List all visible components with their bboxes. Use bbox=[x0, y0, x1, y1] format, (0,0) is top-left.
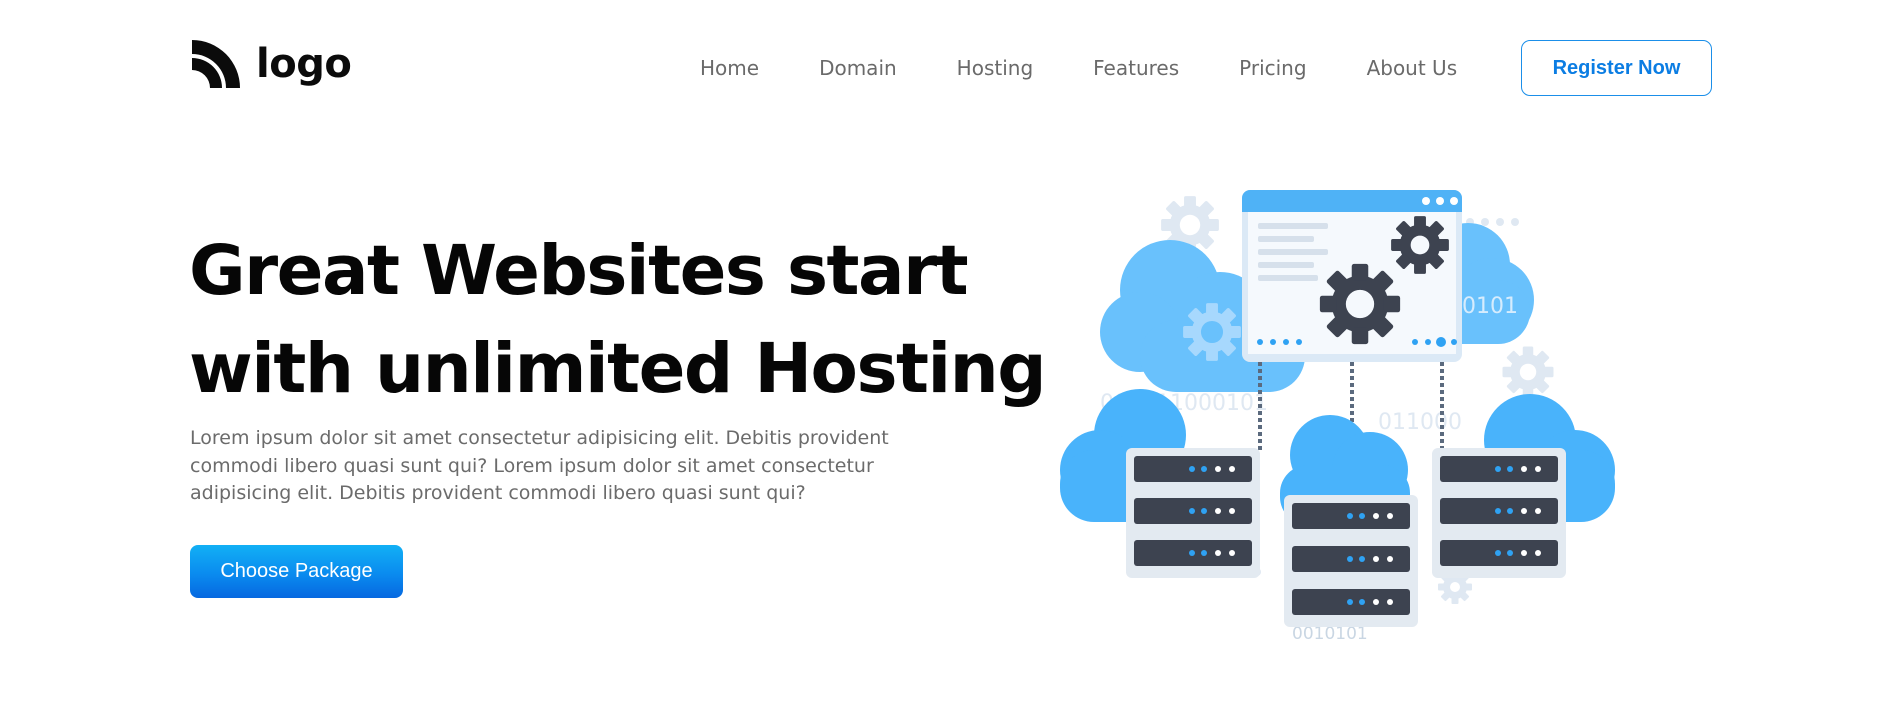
binary-text: 011000 bbox=[1378, 410, 1462, 435]
gear-icon bbox=[1319, 263, 1401, 345]
nav-about-us[interactable]: About Us bbox=[1367, 56, 1458, 80]
nav-domain[interactable]: Domain bbox=[819, 56, 897, 80]
hero-title-line-1: Great Websites start bbox=[189, 231, 969, 311]
register-now-button[interactable]: Register Now bbox=[1521, 40, 1712, 96]
gear-icon bbox=[1391, 216, 1449, 274]
gear-icon bbox=[1502, 346, 1554, 398]
logo-text: logo bbox=[256, 41, 352, 87]
binary-text: 0101 bbox=[1462, 294, 1518, 319]
logo[interactable]: logo bbox=[190, 38, 352, 90]
nav-features[interactable]: Features bbox=[1093, 56, 1179, 80]
nav-home[interactable]: Home bbox=[700, 56, 759, 80]
hero-title: Great Websites start with unlimited Host… bbox=[189, 222, 1047, 418]
hero-description: Lorem ipsum dolor sit amet consectetur a… bbox=[190, 427, 889, 504]
server-rack-icon bbox=[1126, 448, 1260, 578]
hero-title-line-2: with unlimited Hosting bbox=[189, 329, 1047, 409]
choose-package-button[interactable]: Choose Package bbox=[190, 545, 403, 598]
hosting-illustration: 0101 001011000101 011000 0010101 bbox=[1060, 190, 1615, 644]
gear-icon bbox=[1183, 303, 1241, 361]
wifi-signal-logo-icon bbox=[192, 40, 240, 88]
server-rack-icon bbox=[1284, 495, 1418, 627]
main-nav: Home Domain Hosting Features Pricing Abo… bbox=[700, 56, 1457, 80]
browser-window-icon bbox=[1242, 190, 1462, 362]
server-rack-icon bbox=[1432, 448, 1566, 578]
nav-hosting[interactable]: Hosting bbox=[957, 56, 1033, 80]
nav-pricing[interactable]: Pricing bbox=[1239, 56, 1306, 80]
